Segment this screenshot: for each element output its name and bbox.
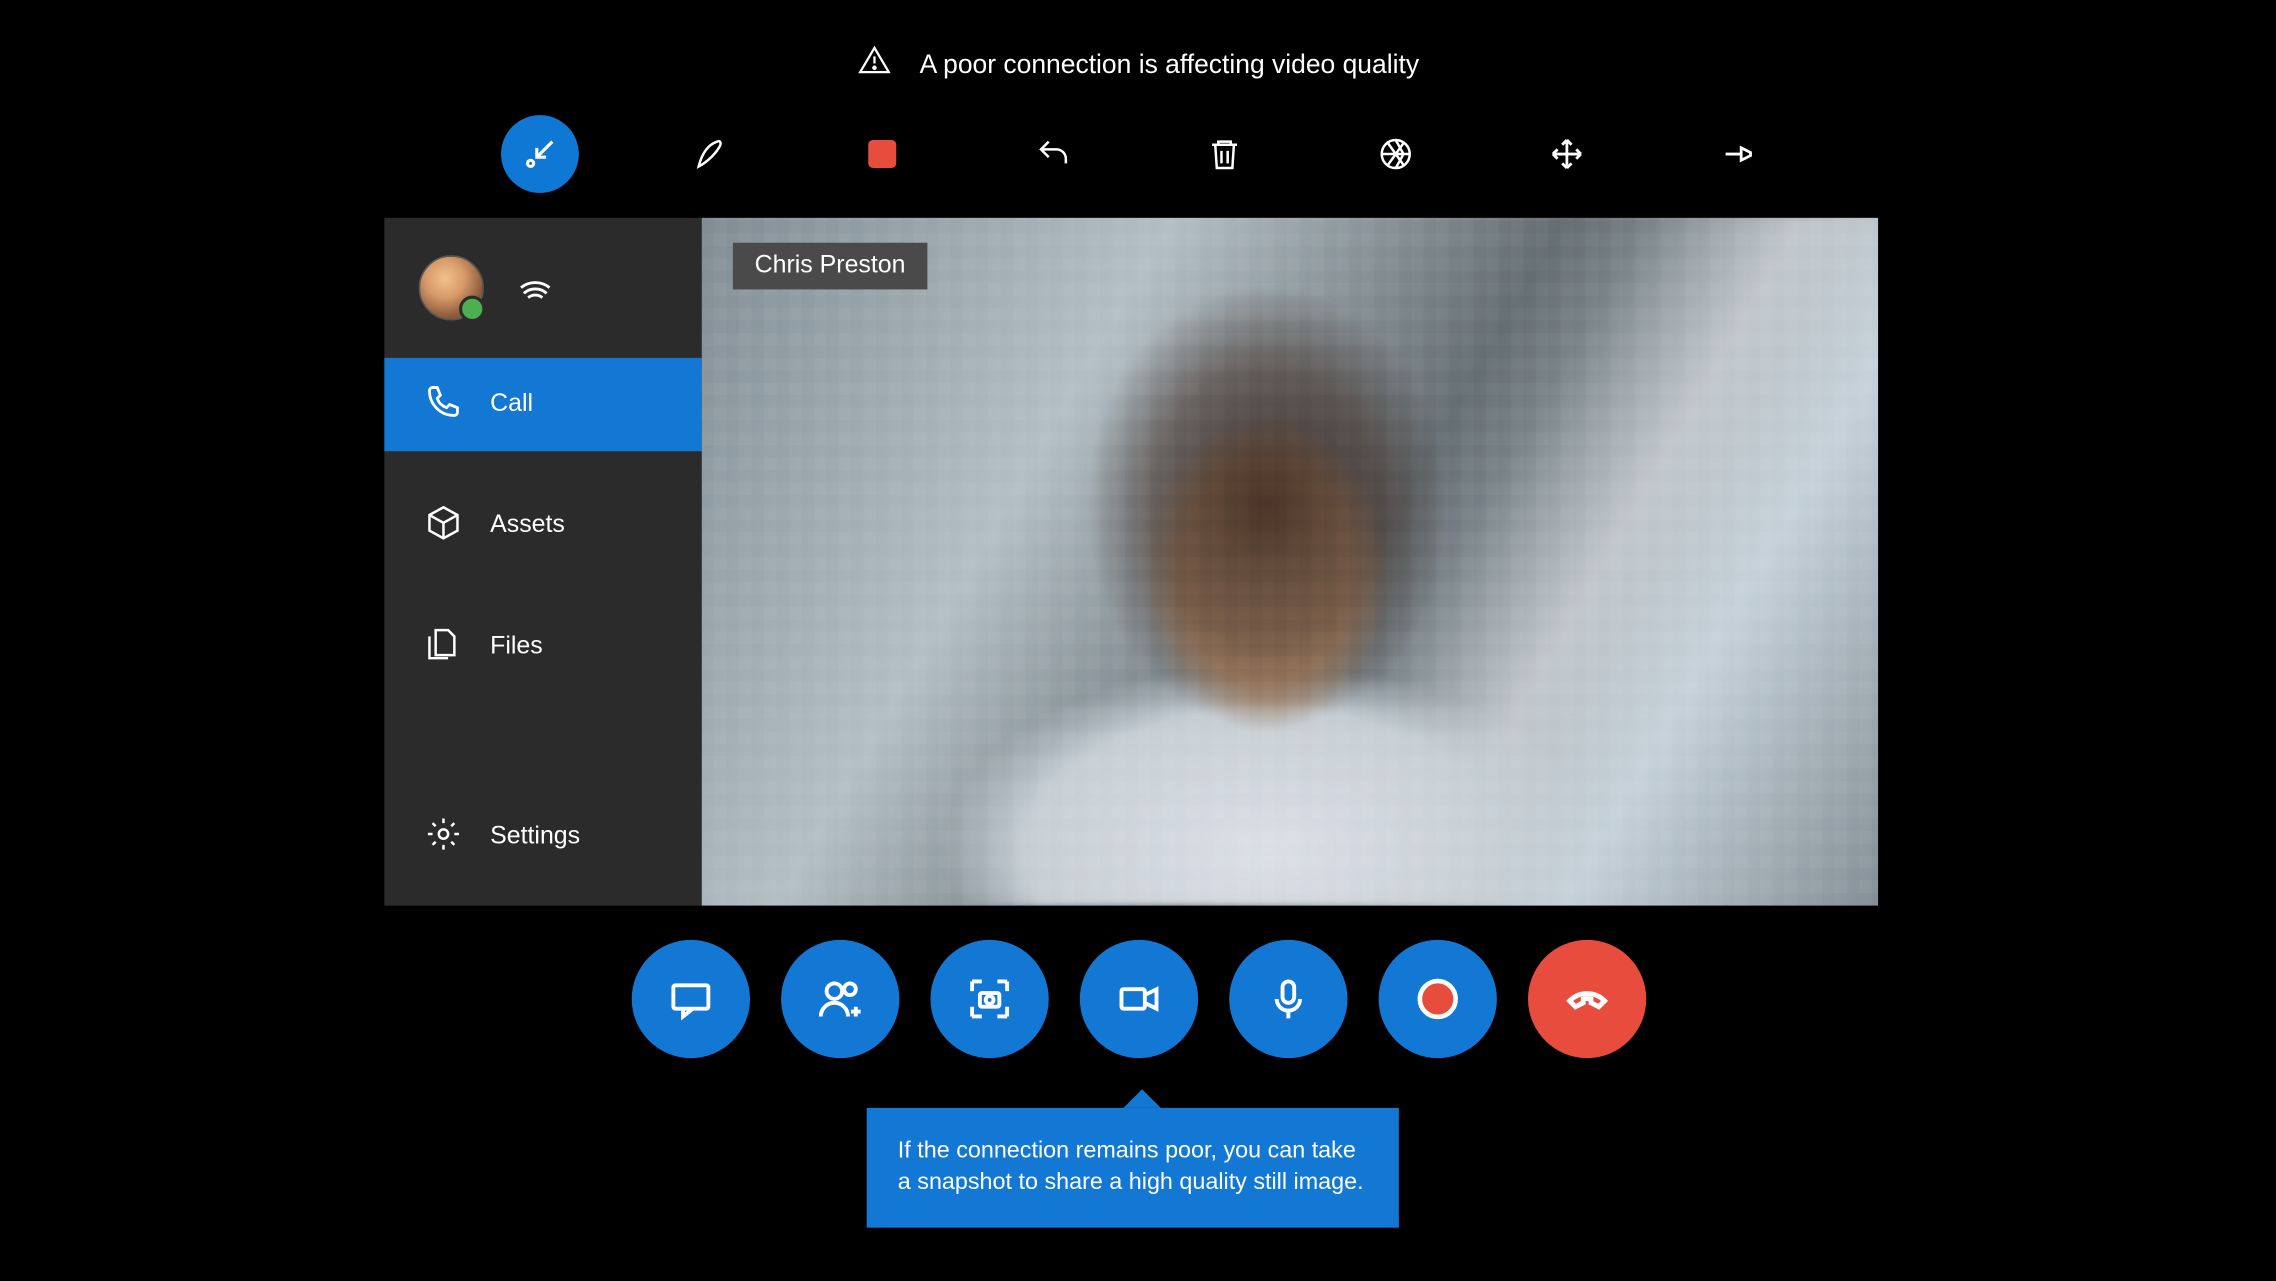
phone-icon xyxy=(425,382,462,427)
draw-button[interactable] xyxy=(671,115,749,193)
snapshot-button[interactable] xyxy=(930,940,1048,1058)
hang-up-button[interactable] xyxy=(1527,940,1645,1058)
profile-row xyxy=(384,218,701,358)
participant-name-chip: Chris Preston xyxy=(733,243,927,290)
video-toggle-button[interactable] xyxy=(1079,940,1197,1058)
sidebar-item-settings[interactable]: Settings xyxy=(384,790,701,883)
add-people-button[interactable] xyxy=(780,940,898,1058)
sidebar-item-label: Files xyxy=(490,633,543,661)
sidebar-item-assets[interactable]: Assets xyxy=(384,479,701,572)
snapshot-tooltip: If the connection remains poor, you can … xyxy=(867,1108,1399,1227)
record-icon xyxy=(1417,979,1457,1019)
stop-record-button[interactable] xyxy=(843,115,921,193)
aperture-button[interactable] xyxy=(1356,115,1434,193)
sidebar-item-files[interactable]: Files xyxy=(384,601,701,694)
chat-button[interactable] xyxy=(631,940,749,1058)
microphone-toggle-button[interactable] xyxy=(1228,940,1346,1058)
connection-strength-icon xyxy=(518,267,552,309)
warning-icon xyxy=(857,44,891,86)
sidebar: Call Assets Files xyxy=(384,218,701,906)
sidebar-item-label: Settings xyxy=(490,823,580,851)
record-button[interactable] xyxy=(1378,940,1496,1058)
call-control-bar xyxy=(0,940,2276,1058)
participant-name: Chris Preston xyxy=(755,252,906,278)
pin-button[interactable] xyxy=(1698,115,1776,193)
files-icon xyxy=(425,625,462,670)
collapse-button[interactable] xyxy=(500,115,578,193)
delete-button[interactable] xyxy=(1185,115,1263,193)
undo-button[interactable] xyxy=(1014,115,1092,193)
warning-text: A poor connection is affecting video qua… xyxy=(920,49,1420,80)
app-window: Call Assets Files xyxy=(384,218,1878,906)
avatar[interactable] xyxy=(419,255,484,320)
stop-square-icon xyxy=(867,140,895,168)
expand-button[interactable] xyxy=(1527,115,1605,193)
remote-video-feed: Chris Preston xyxy=(702,218,1878,906)
connection-warning-banner: A poor connection is affecting video qua… xyxy=(0,44,2276,86)
tooltip-text: If the connection remains poor, you can … xyxy=(898,1137,1364,1195)
sidebar-item-label: Assets xyxy=(490,512,565,540)
sidebar-item-call[interactable]: Call xyxy=(384,358,701,451)
top-toolbar xyxy=(0,115,2276,193)
sidebar-item-label: Call xyxy=(490,391,533,419)
cube-icon xyxy=(425,503,462,548)
gear-icon xyxy=(425,815,462,860)
